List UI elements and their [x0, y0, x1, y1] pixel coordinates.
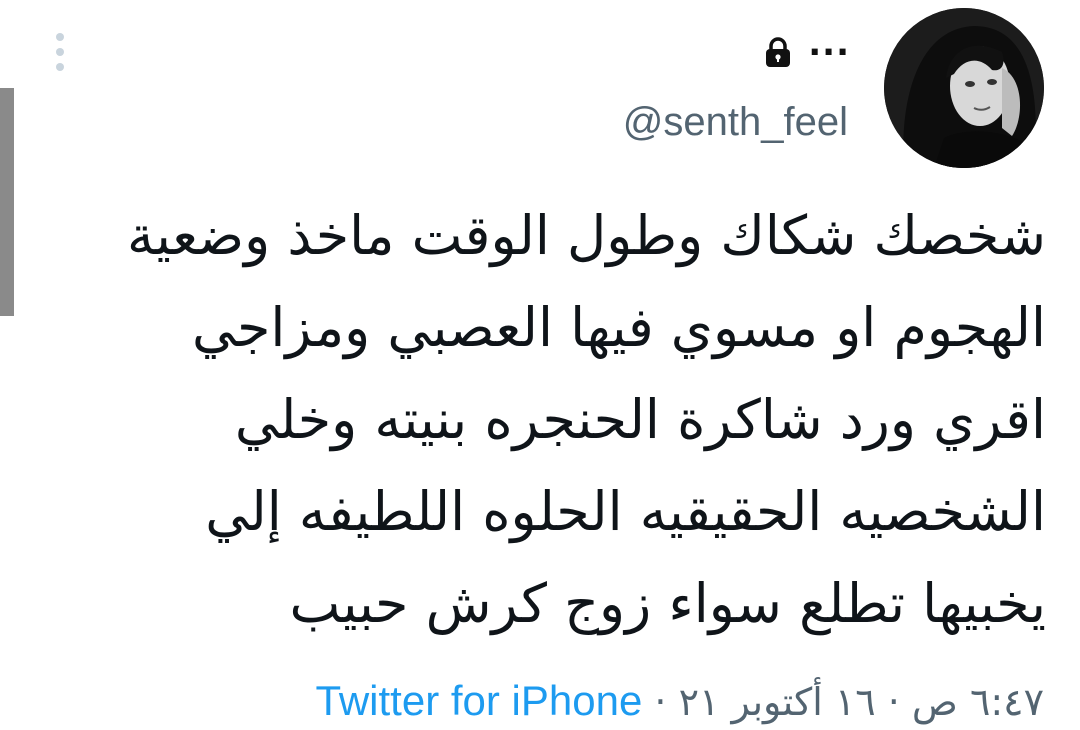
- username[interactable]: @senth_feel: [623, 98, 848, 146]
- tweet-source-link[interactable]: Twitter for iPhone: [316, 677, 643, 724]
- tweet-text: شخصك شكاك وطول الوقت ماخذ وضعية الهجوم ا…: [126, 204, 1046, 635]
- tweet-timestamp[interactable]: ٦:٤٧ ص · ١٦ أكتوبر ٢١ ·: [654, 680, 1044, 724]
- more-horizontal-icon[interactable]: ...: [808, 27, 850, 61]
- avatar-image: [884, 8, 1044, 168]
- dot: [56, 48, 64, 56]
- scroll-indicator[interactable]: [0, 88, 14, 316]
- avatar[interactable]: [884, 8, 1044, 168]
- lock-icon: [762, 36, 794, 68]
- dot: [56, 33, 64, 41]
- tweet-header: ...: [762, 27, 850, 68]
- tweet-meta: Twitter for iPhone ٦:٤٧ ص · ١٦ أكتوبر ٢١…: [316, 676, 1045, 727]
- more-vertical-icon[interactable]: [53, 33, 67, 71]
- dot: [56, 63, 64, 71]
